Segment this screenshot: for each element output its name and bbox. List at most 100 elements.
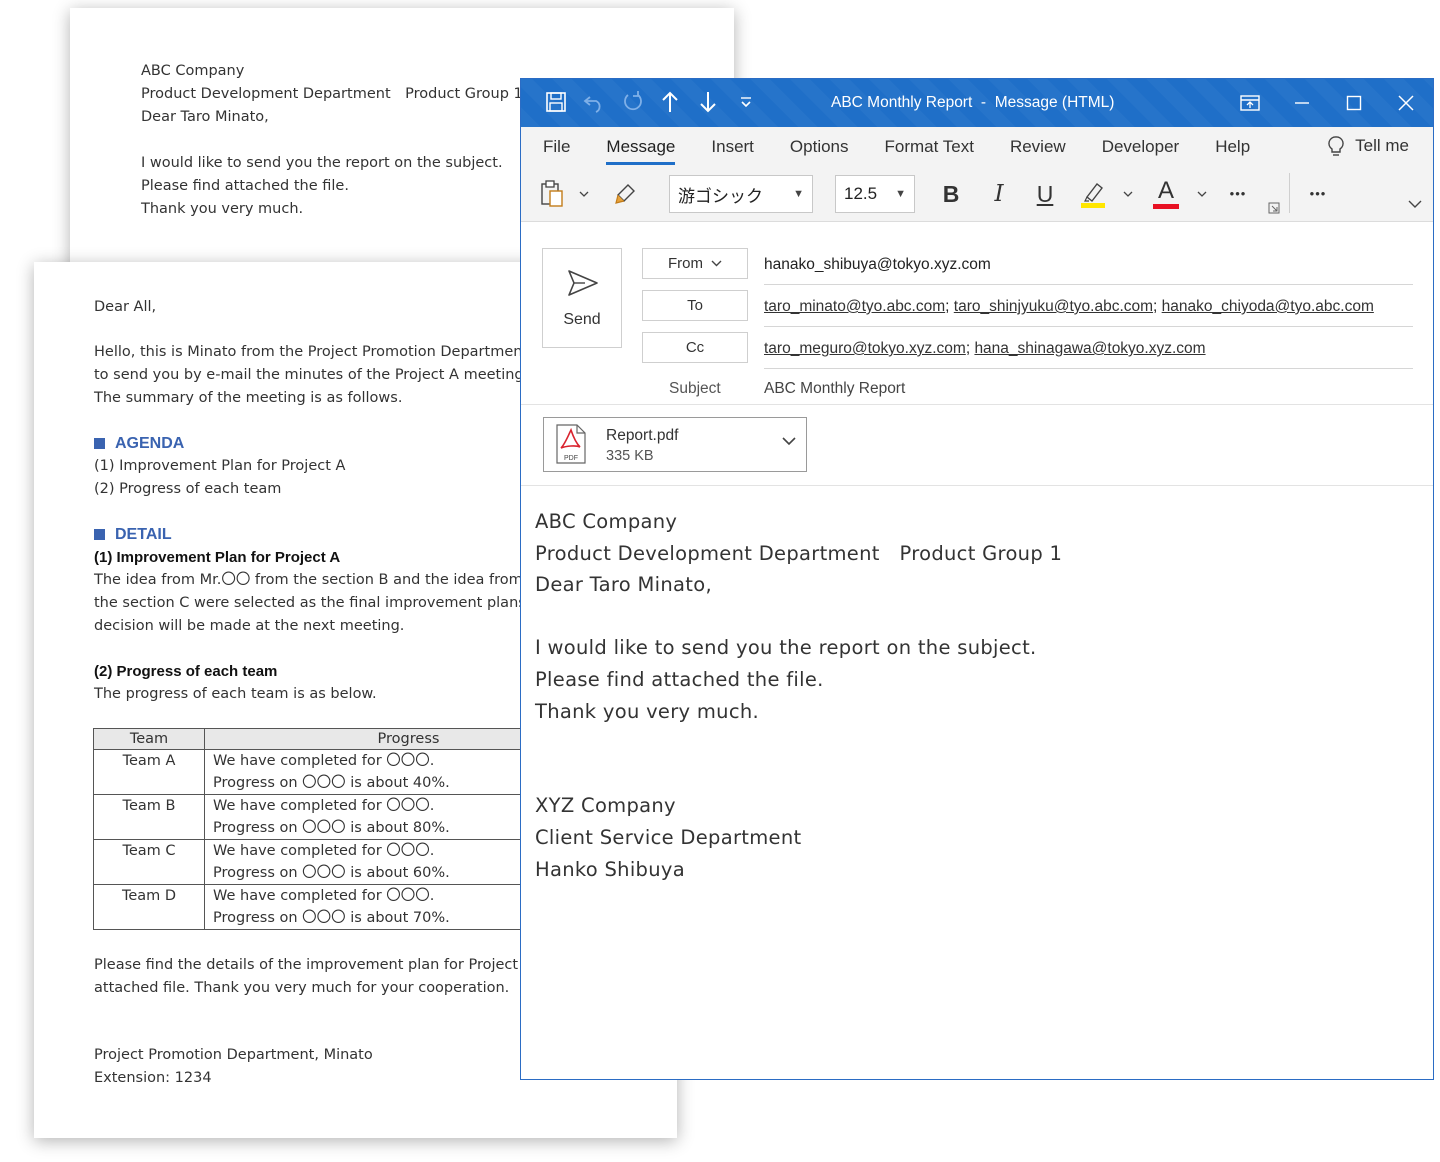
lightbulb-icon (1328, 136, 1344, 156)
paste-options-chevron-icon[interactable] (577, 187, 591, 201)
attachment-report[interactable]: PDF Report.pdf 335 KB (543, 417, 807, 472)
subject-field[interactable]: ABC Monthly Report (764, 380, 905, 398)
from-button[interactable]: From (642, 248, 748, 279)
signature-line: Project Promotion Department, Minato (94, 1047, 373, 1063)
font-color-chevron-icon[interactable] (1195, 187, 1209, 201)
square-bullet-icon (94, 438, 105, 449)
save-icon[interactable] (543, 89, 569, 115)
tab-format-text[interactable]: Format Text (885, 135, 992, 163)
send-button[interactable]: Send (542, 248, 622, 348)
maximize-icon[interactable] (1337, 87, 1371, 119)
expand-ribbon-chevron-icon[interactable] (1407, 197, 1423, 211)
more-commands-button[interactable]: ••• (1303, 181, 1333, 205)
recipient-address[interactable]: hanako_chiyoda@tyo.abc.com (1162, 298, 1374, 315)
to-label: To (687, 297, 703, 314)
outlook-message-window: ABC Monthly Report - Message (HTML) File… (520, 78, 1434, 1080)
team-cell: Team C (93, 839, 205, 885)
tell-me-search[interactable]: Tell me (1327, 135, 1409, 157)
body-line (535, 759, 1062, 791)
arrow-up-icon[interactable] (657, 89, 683, 115)
signature-line: Extension: 1234 (94, 1070, 212, 1086)
ribbon-tabs: File Message Insert Options Format Text … (521, 127, 1433, 167)
detail-title: DETAIL (115, 526, 172, 543)
bold-button[interactable]: B (939, 179, 963, 209)
redo-icon[interactable] (619, 89, 645, 115)
team-cell: Team A (93, 749, 205, 795)
chevron-down-icon: ▼ (793, 188, 804, 200)
from-label: From (668, 255, 703, 272)
window-controls (1233, 87, 1423, 119)
tab-developer[interactable]: Developer (1102, 135, 1198, 163)
message-body[interactable]: ABC Company Product Development Departme… (535, 506, 1062, 885)
more-font-options-button[interactable]: ••• (1223, 181, 1253, 205)
attachment-chevron-icon[interactable] (782, 436, 796, 446)
paste-icon[interactable] (539, 179, 567, 209)
to-button[interactable]: To (642, 290, 748, 321)
tab-options[interactable]: Options (790, 135, 867, 163)
underline-button[interactable]: U (1033, 179, 1057, 209)
cc-address[interactable]: hana_shinagawa@tokyo.xyz.com (974, 340, 1205, 357)
square-bullet-icon (94, 529, 105, 540)
send-icon (568, 270, 598, 296)
back-letter-line: Thank you very much. (141, 201, 304, 217)
tab-message[interactable]: Message (606, 135, 693, 165)
field-divider (764, 326, 1413, 327)
cc-address[interactable]: taro_meguro@tokyo.xyz.com (764, 340, 966, 357)
font-color-icon[interactable]: A (1151, 175, 1181, 211)
tab-review[interactable]: Review (1010, 135, 1084, 163)
to-field[interactable]: taro_minato@tyo.abc.com; taro_shinjyuku@… (764, 298, 1374, 316)
body-line: I would like to send you the report on t… (535, 636, 1037, 660)
title-type: Message (HTML) (994, 94, 1115, 111)
font-size-value: 12.5 (844, 184, 878, 203)
quick-access-toolbar (543, 89, 759, 115)
body-line: Client Service Department (535, 825, 802, 849)
body-line: Dear Taro Minato, (535, 573, 712, 597)
field-divider (764, 368, 1413, 369)
attachment-size: 335 KB (606, 448, 654, 464)
body-line: Please find attached the file. (535, 667, 824, 691)
attachments-area: PDF Report.pdf 335 KB (521, 405, 1433, 486)
highlight-icon[interactable] (1078, 177, 1108, 211)
field-divider (764, 284, 1413, 285)
cc-button[interactable]: Cc (642, 332, 748, 363)
chevron-down-icon (711, 260, 722, 267)
tell-me-label: Tell me (1355, 136, 1409, 155)
back-letter-text: ABC Company Product Development Departme… (141, 60, 523, 221)
tab-insert[interactable]: Insert (711, 135, 772, 163)
from-value[interactable]: hanako_shibuya@tokyo.xyz.com (764, 256, 991, 274)
font-size-select[interactable]: 12.5 ▼ (835, 175, 915, 213)
font-name-value: 游ゴシック (678, 186, 763, 206)
back-letter-line: Product Development Department Product G… (141, 86, 523, 102)
title-subject: ABC Monthly Report (831, 94, 973, 111)
send-label: Send (563, 311, 601, 328)
body-line: Hanko Shibuya (535, 857, 685, 881)
format-painter-icon[interactable] (613, 179, 639, 207)
cc-label: Cc (685, 339, 705, 356)
font-dialog-launcher-icon[interactable] (1267, 201, 1281, 215)
closing-text: Please find the details of the improveme… (94, 954, 579, 1000)
body-line (535, 601, 1062, 633)
back-letter-line: Please find attached the file. (141, 178, 349, 194)
italic-button[interactable]: I (987, 179, 1011, 209)
body-line (535, 727, 1062, 759)
ribbon-display-icon[interactable] (1233, 87, 1267, 119)
tab-file[interactable]: File (543, 135, 588, 163)
back-letter-line: I would like to send you the report on t… (141, 155, 503, 171)
minimize-icon[interactable] (1285, 87, 1319, 119)
font-name-select[interactable]: 游ゴシック ▼ (669, 175, 813, 213)
recipient-address[interactable]: taro_minato@tyo.abc.com (764, 298, 945, 315)
chevron-down-icon: ▼ (895, 188, 906, 200)
title-separator: - (980, 94, 987, 111)
highlight-chevron-icon[interactable] (1121, 187, 1135, 201)
undo-icon[interactable] (581, 89, 607, 115)
ribbon-toolbar: 游ゴシック ▼ 12.5 ▼ B I U A ••• ••• (521, 167, 1433, 222)
recipient-address[interactable]: taro_shinjyuku@tyo.abc.com (954, 298, 1153, 315)
cc-field[interactable]: taro_meguro@tokyo.xyz.com; hana_shinagaw… (764, 340, 1206, 358)
customize-toolbar-icon[interactable] (733, 89, 759, 115)
close-icon[interactable] (1389, 87, 1423, 119)
tab-help[interactable]: Help (1215, 135, 1268, 163)
arrow-down-icon[interactable] (695, 89, 721, 115)
back-letter-line: Dear Taro Minato, (141, 109, 269, 125)
agenda-title: AGENDA (115, 435, 185, 452)
font-color-glyph: A (1157, 176, 1174, 204)
